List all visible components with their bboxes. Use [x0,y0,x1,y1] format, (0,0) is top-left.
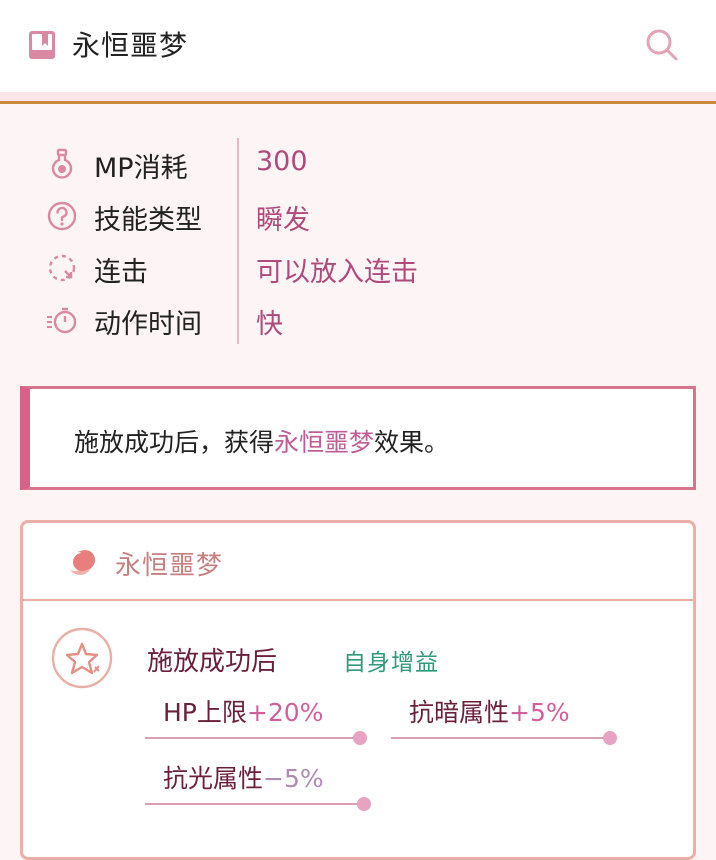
attribute-row-combo: 连击 可以放入连击 [0,246,716,296]
stat-dot [603,731,617,745]
stat-light-resist: 抗光属性−5% [145,759,371,815]
attribute-label: 连击 [94,257,148,288]
effect-card: 永恒噩梦 施放成功后 自身增益 HP上限+20% 抗暗属性+5% 抗光属性−5% [20,520,696,860]
stat-line [391,737,605,739]
header-divider [0,92,716,104]
potion-icon [51,148,73,179]
moon-icon [65,550,95,575]
stat-hp-max: HP上限+20% [145,693,367,749]
attribute-label: 动作时间 [94,309,202,340]
search-icon[interactable] [645,28,679,62]
effect-title: 永恒噩梦 [115,551,224,581]
description-card: 施放成功后，获得永恒噩梦效果。 [20,386,696,490]
stat-dark-resist: 抗暗属性+5% [391,693,621,749]
dashed-circle-icon [48,254,76,282]
attribute-value: 可以放入连击 [256,257,418,288]
stat-text: 抗光属性−5% [163,759,324,795]
description-prefix: 施放成功后，获得 [74,428,275,457]
stat-line [145,737,355,739]
stat-name: HP上限 [163,698,247,727]
page-title: 永恒噩梦 [72,29,189,62]
attribute-value: 快 [256,309,283,340]
stopwatch-icon [47,307,77,334]
stat-line [145,803,359,805]
stat-value: −5% [263,764,324,793]
stat-dot [353,731,367,745]
question-circle-icon [47,201,77,231]
description-suffix: 效果。 [374,428,450,457]
attribute-label: 技能类型 [94,205,202,236]
description-effect-link[interactable]: 永恒噩梦 [274,428,374,457]
attribute-value: 瞬发 [256,205,310,236]
effect-header-divider [23,599,693,601]
attribute-row-mp: MP消耗 300 [0,142,716,192]
stat-text: 抗暗属性+5% [409,693,570,729]
attribute-label: MP消耗 [94,153,188,184]
attribute-row-action-time: 动作时间 快 [0,298,716,348]
stat-value: +5% [509,698,570,727]
attribute-row-skill-type: 技能类型 瞬发 [0,194,716,244]
stat-dot [357,797,371,811]
header-bar: 永恒噩梦 [0,0,716,92]
effect-trigger: 施放成功后 [147,647,278,677]
book-icon [29,31,55,59]
stat-name: 抗光属性 [163,764,264,793]
effect-tag: 自身增益 [343,650,439,676]
stat-value: +20% [246,698,324,727]
description-text: 施放成功后，获得永恒噩梦效果。 [74,423,449,459]
attribute-value: 300 [256,146,308,177]
star-icon [51,627,113,689]
stat-name: 抗暗属性 [409,698,510,727]
stat-text: HP上限+20% [163,693,323,729]
